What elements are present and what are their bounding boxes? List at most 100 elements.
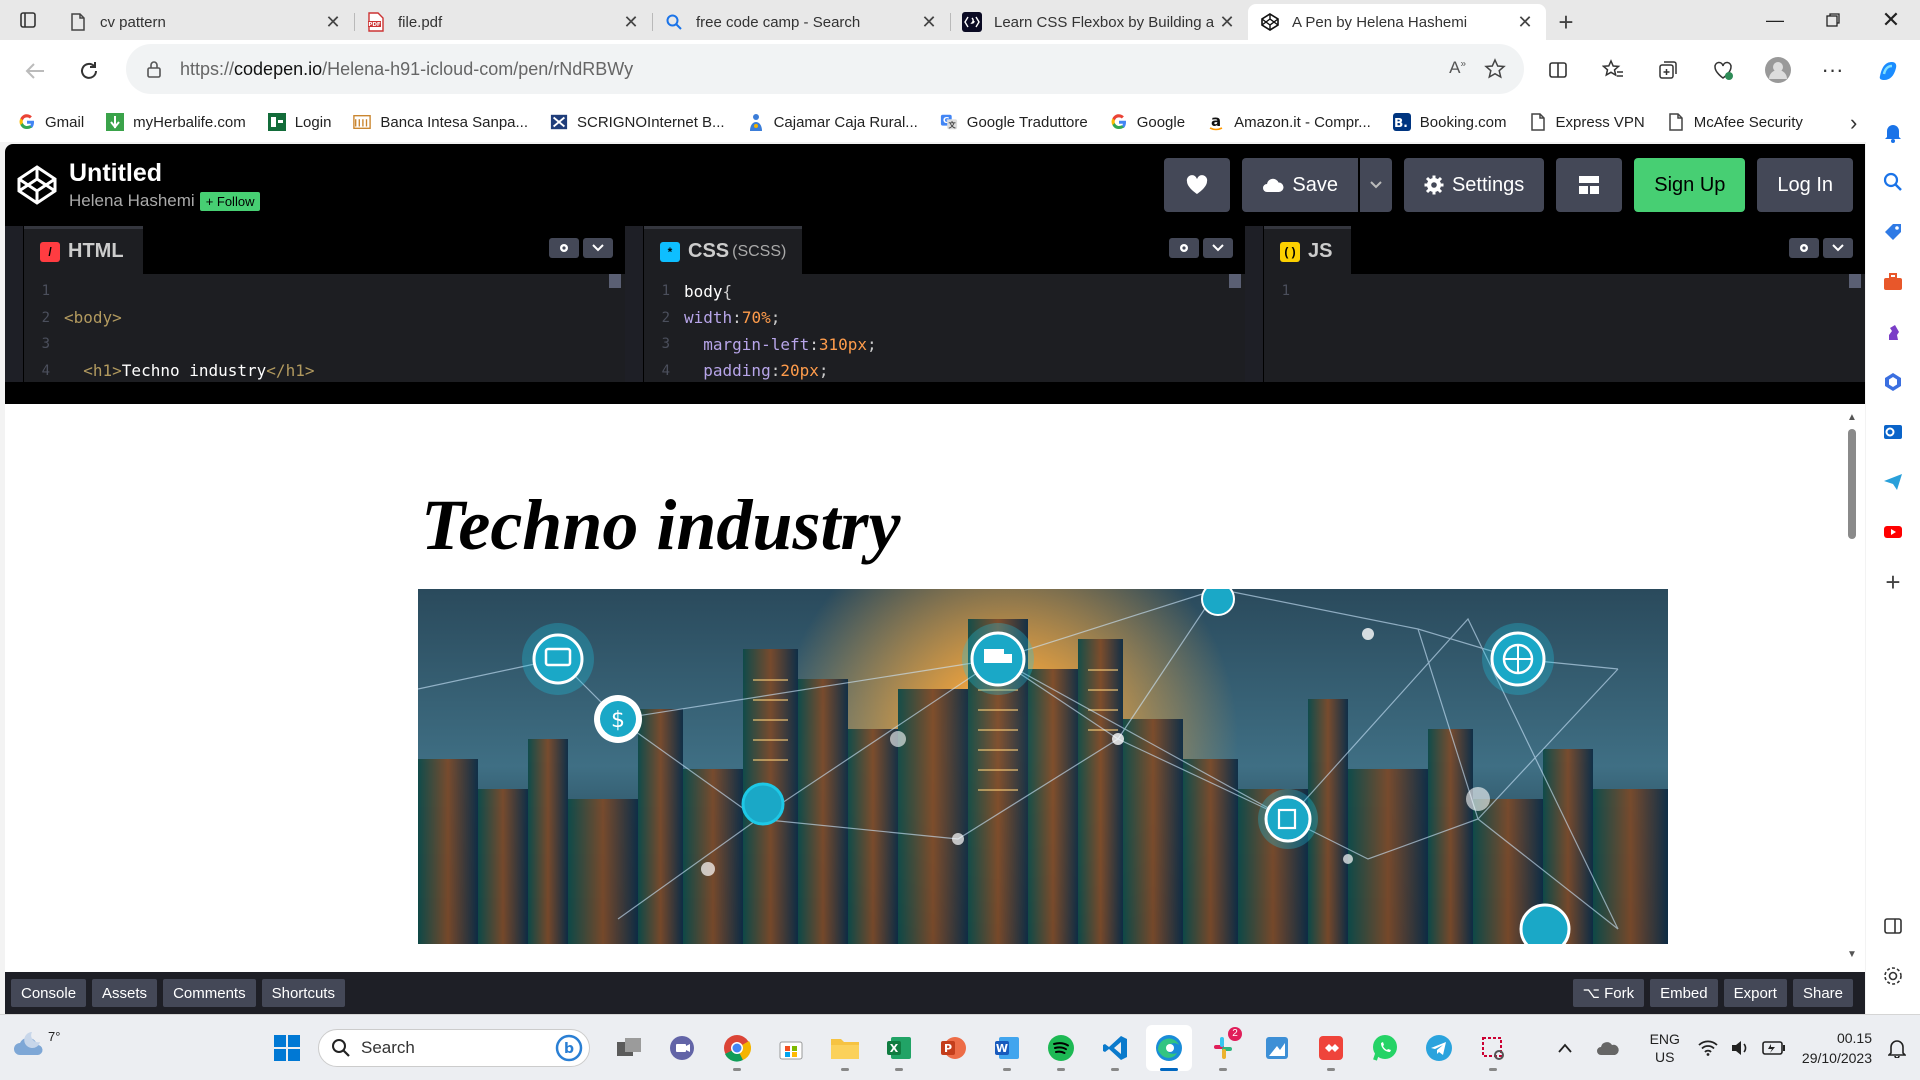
- tab-actions-button[interactable]: [0, 0, 56, 40]
- bookmark-item[interactable]: Express VPN: [1529, 113, 1645, 131]
- battery-icon[interactable]: [1762, 1041, 1786, 1055]
- add-sidebar-app-icon[interactable]: +: [1875, 564, 1911, 600]
- close-tab-icon[interactable]: ✕: [324, 12, 342, 33]
- footer-shortcuts-button[interactable]: Shortcuts: [261, 979, 345, 1007]
- games-chess-icon[interactable]: [1875, 314, 1911, 350]
- scrollbar-thumb[interactable]: [1848, 429, 1856, 539]
- taskbar-excel[interactable]: X: [876, 1025, 922, 1071]
- scroll-up-arrow-icon[interactable]: ▲: [1845, 412, 1859, 423]
- tools-briefcase-icon[interactable]: [1875, 264, 1911, 300]
- youtube-icon[interactable]: [1875, 514, 1911, 550]
- show-hidden-icons-button[interactable]: [1557, 1043, 1572, 1053]
- bookmark-item[interactable]: a Amazon.it - Compr...: [1207, 113, 1371, 131]
- telegram-send-icon[interactable]: [1875, 464, 1911, 500]
- editor-collapse-chevron-icon[interactable]: [583, 238, 613, 258]
- browser-tab-5[interactable]: A Pen by Helena Hashemi ✕: [1248, 4, 1546, 40]
- close-tab-icon[interactable]: ✕: [920, 12, 938, 33]
- favorites-button[interactable]: [1585, 50, 1640, 90]
- sidebar-toggle-icon[interactable]: [1875, 908, 1911, 944]
- close-tab-icon[interactable]: ✕: [1218, 12, 1236, 33]
- close-window-button[interactable]: ✕: [1862, 0, 1920, 40]
- code-line[interactable]: 4 <h1>Techno industry</h1>: [24, 358, 625, 383]
- bookmark-item[interactable]: McAfee Security: [1667, 113, 1803, 131]
- footer-embed-button[interactable]: Embed: [1650, 979, 1718, 1007]
- outlook-icon[interactable]: [1875, 414, 1911, 450]
- taskbar-snipping-tool[interactable]: [1470, 1025, 1516, 1071]
- wifi-icon[interactable]: [1698, 1040, 1718, 1056]
- editor-tab-js[interactable]: ( ) JS: [1264, 226, 1352, 274]
- code-line[interactable]: 1: [24, 278, 625, 305]
- taskbar-store[interactable]: [768, 1025, 814, 1071]
- log-in-button[interactable]: Log In: [1757, 158, 1853, 212]
- code-line[interactable]: 3: [24, 331, 625, 358]
- taskbar-spotify[interactable]: [1038, 1025, 1084, 1071]
- taskbar-teams-chat[interactable]: [660, 1025, 706, 1071]
- editor-collapse-chevron-icon[interactable]: [1823, 238, 1853, 258]
- copilot-button[interactable]: [1860, 50, 1915, 90]
- taskbar-slack[interactable]: 2: [1200, 1025, 1246, 1071]
- editor-scrollbar-thumb[interactable]: [609, 274, 621, 288]
- taskbar-whatsapp[interactable]: [1362, 1025, 1408, 1071]
- codepen-logo-icon[interactable]: [13, 161, 61, 209]
- read-aloud-icon[interactable]: A»: [1449, 58, 1466, 80]
- save-button[interactable]: Save: [1242, 158, 1358, 212]
- taskbar-chrome[interactable]: [714, 1025, 760, 1071]
- clock[interactable]: 00.15 29/10/2023: [1802, 1028, 1872, 1068]
- onedrive-icon[interactable]: [1596, 1040, 1620, 1056]
- bookmark-item[interactable]: B. Booking.com: [1392, 113, 1507, 131]
- bookmark-item[interactable]: Login: [267, 113, 331, 131]
- editor-collapse-chevron-icon[interactable]: [1203, 238, 1233, 258]
- editor-tab-css[interactable]: * CSS (SCSS): [644, 226, 803, 274]
- taskbar-word[interactable]: W: [984, 1025, 1030, 1071]
- browser-tab-4[interactable]: Learn CSS Flexbox by Building a P ✕: [950, 4, 1248, 40]
- code-line[interactable]: 2 width:70%;: [644, 305, 1245, 332]
- bookmark-item[interactable]: Google: [1110, 113, 1185, 131]
- sign-up-button[interactable]: Sign Up: [1634, 158, 1746, 212]
- close-tab-icon[interactable]: ✕: [622, 12, 640, 33]
- taskbar-powerpoint[interactable]: P: [930, 1025, 976, 1071]
- bookmark-item[interactable]: myHerbalife.com: [106, 113, 246, 131]
- bookmark-item[interactable]: Banca Intesa Sanpa...: [353, 113, 528, 131]
- footer-share-button[interactable]: Share: [1792, 979, 1853, 1007]
- favorite-star-icon[interactable]: [1484, 58, 1506, 80]
- code-line[interactable]: 2 <body>: [24, 305, 625, 332]
- footer-comments-button[interactable]: Comments: [163, 979, 256, 1007]
- notifications-icon[interactable]: [1888, 1038, 1906, 1058]
- footer-console-button[interactable]: Console: [11, 979, 87, 1007]
- pen-author[interactable]: Helena Hashemi: [69, 191, 195, 211]
- editor-tab-html[interactable]: / HTML: [24, 226, 143, 274]
- footer-assets-button[interactable]: Assets: [92, 979, 158, 1007]
- url-input[interactable]: https://codepen.io/Helena-h91-icloud-com…: [126, 44, 1524, 94]
- refresh-button[interactable]: [62, 51, 116, 91]
- editor-settings-gear-icon[interactable]: [549, 238, 579, 258]
- taskbar-edge[interactable]: [1146, 1025, 1192, 1071]
- profile-button[interactable]: [1750, 50, 1805, 90]
- split-screen-button[interactable]: [1530, 50, 1585, 90]
- restore-button[interactable]: [1804, 0, 1862, 40]
- minimize-button[interactable]: —: [1746, 0, 1804, 40]
- taskbar-search-box[interactable]: Search b: [318, 1029, 590, 1067]
- start-button[interactable]: [264, 1025, 310, 1071]
- code-area[interactable]: 1: [1264, 274, 1865, 382]
- shopping-tag-icon[interactable]: [1875, 214, 1911, 250]
- editor-scrollbar-thumb[interactable]: [1229, 274, 1241, 288]
- more-menu-button[interactable]: ···: [1805, 50, 1860, 90]
- volume-icon[interactable]: [1730, 1040, 1750, 1056]
- weather-widget[interactable]: 7°: [12, 1029, 60, 1059]
- footer-fork-button[interactable]: ⌥ Fork: [1572, 979, 1645, 1007]
- bookmark-item[interactable]: G文 Google Traduttore: [940, 113, 1088, 131]
- editor-resize-bar[interactable]: [5, 382, 1865, 404]
- code-line[interactable]: 4 padding:20px;: [644, 358, 1245, 383]
- code-line[interactable]: 1 body{: [644, 278, 1245, 305]
- bookmark-item[interactable]: Cajamar Caja Rural...: [747, 113, 918, 131]
- preview-scrollbar[interactable]: ▲ ▼: [1845, 412, 1859, 960]
- bookmark-item[interactable]: Gmail: [18, 113, 84, 131]
- bookmark-item[interactable]: SCRIGNOInternet B...: [550, 113, 725, 131]
- microsoft365-icon[interactable]: [1875, 364, 1911, 400]
- browser-essentials-button[interactable]: [1695, 50, 1750, 90]
- pen-title[interactable]: Untitled: [69, 159, 260, 188]
- browser-tab-3[interactable]: free code camp - Search ✕: [652, 4, 950, 40]
- editor-settings-gear-icon[interactable]: [1169, 238, 1199, 258]
- notifications-bell-icon[interactable]: [1875, 114, 1911, 150]
- browser-tab-2[interactable]: PDF file.pdf ✕: [354, 4, 652, 40]
